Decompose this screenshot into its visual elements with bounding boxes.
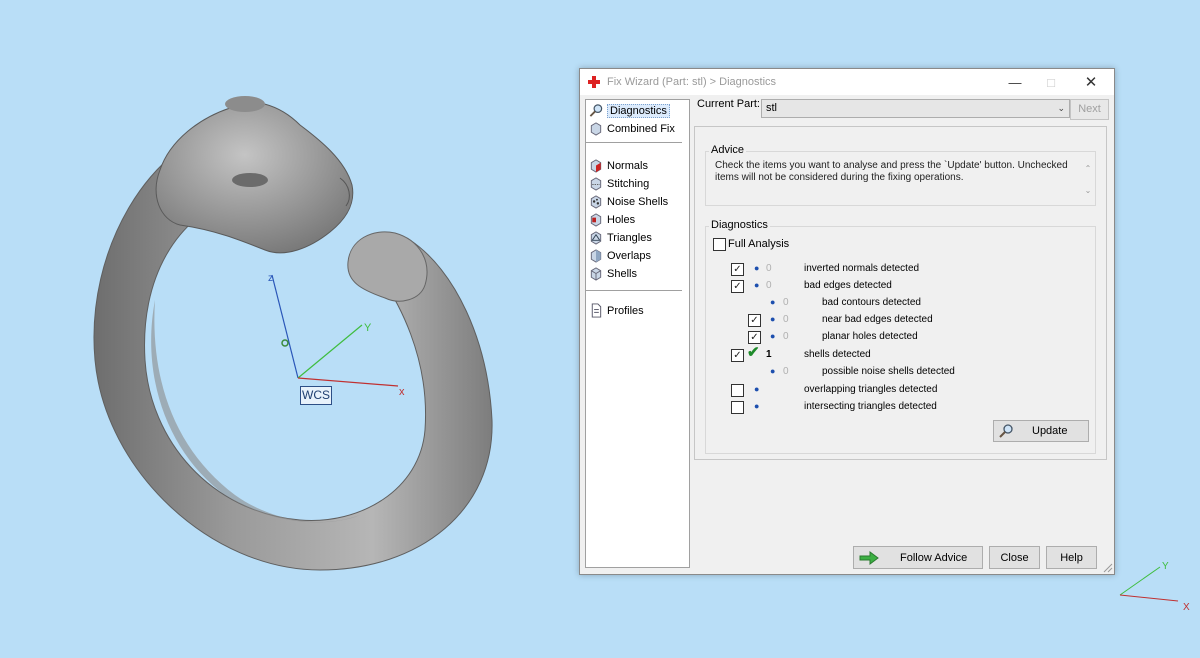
nav-divider <box>586 290 682 291</box>
magnifier-icon <box>589 104 603 117</box>
close-button[interactable]: Close <box>989 546 1040 569</box>
resize-grip-icon[interactable] <box>1103 563 1113 573</box>
bullet-icon: ● <box>770 314 776 324</box>
x-axis-label: x <box>399 386 405 398</box>
maximize-button[interactable]: □ <box>1034 69 1068 95</box>
diagnostics-panel: Check the items you want to analyse and … <box>694 126 1107 460</box>
noise-shells-icon <box>590 195 602 209</box>
near-bad-edges-count: 0 <box>783 314 789 325</box>
noise-shells-count: 0 <box>783 366 789 377</box>
nav-stitching[interactable]: Stitching <box>588 175 649 192</box>
advice-scrollbar[interactable]: ⌃ ⌄ <box>1083 158 1093 202</box>
current-part-label: Current Part: <box>697 98 760 110</box>
wcs-axes: z Y x <box>268 273 405 398</box>
bullet-icon: ● <box>754 280 760 290</box>
advice-title: Advice <box>709 144 747 156</box>
bullet-icon: ● <box>770 366 776 376</box>
cube-icon <box>590 122 602 136</box>
current-part-select[interactable]: stl ⌄ <box>761 99 1070 118</box>
shells-count: 1 <box>766 349 772 360</box>
diagnostics-title: Diagnostics <box>709 219 770 231</box>
noise-shells-label: possible noise shells detected <box>822 366 955 377</box>
minimize-button[interactable]: — <box>998 69 1032 95</box>
nav-divider <box>586 142 682 143</box>
bad-edges-count: 0 <box>766 280 772 291</box>
update-button[interactable]: Update <box>993 420 1089 442</box>
bad-edges-label: bad edges detected <box>804 280 892 291</box>
bullet-icon: ● <box>754 384 760 394</box>
bullet-icon: ● <box>770 297 776 307</box>
bad-edges-checkbox[interactable]: ✓ <box>731 280 744 293</box>
planar-holes-count: 0 <box>783 331 789 342</box>
bad-contours-count: 0 <box>783 297 789 308</box>
red-cross-icon <box>588 76 600 88</box>
shells-cube-icon <box>590 267 602 281</box>
magnifier-icon <box>999 424 1013 438</box>
dialog-title: Fix Wizard (Part: stl) > Diagnostics <box>607 76 777 88</box>
stitching-cube-icon <box>590 177 602 191</box>
wcs-label: WCS <box>300 386 332 405</box>
nav-profiles[interactable]: Profiles <box>588 302 644 319</box>
bullet-icon: ● <box>754 401 760 411</box>
shells-label: shells detected <box>804 349 871 360</box>
nav-overlaps[interactable]: Overlaps <box>588 247 651 264</box>
mini-y-label: Y <box>1162 561 1169 572</box>
y-axis-label: Y <box>364 322 372 334</box>
inverted-normals-checkbox[interactable]: ✓ <box>731 263 744 276</box>
inverted-normals-label: inverted normals detected <box>804 263 920 274</box>
z-axis-label: z <box>268 273 273 284</box>
nav-combined-fix[interactable]: Combined Fix <box>588 120 675 137</box>
help-button[interactable]: Help <box>1046 546 1097 569</box>
normals-cube-icon <box>590 159 602 173</box>
close-window-button[interactable]: ✕ <box>1074 69 1108 95</box>
nav-holes[interactable]: Holes <box>588 211 635 228</box>
mini-axis-indicator: Y X <box>1119 561 1190 613</box>
fix-wizard-dialog: Fix Wizard (Part: stl) > Diagnostics — □… <box>579 68 1115 575</box>
title-bar[interactable]: Fix Wizard (Part: stl) > Diagnostics — □… <box>580 69 1114 95</box>
follow-advice-button[interactable]: Follow Advice <box>853 546 983 569</box>
intersecting-triangles-label: intersecting triangles detected <box>804 401 937 412</box>
advice-group: Check the items you want to analyse and … <box>705 151 1096 206</box>
shells-checkbox[interactable]: ✓ <box>731 349 744 362</box>
nav-normals[interactable]: Normals <box>588 157 648 174</box>
next-button[interactable]: Next <box>1070 99 1109 120</box>
bullet-icon: ● <box>754 263 760 273</box>
overlaps-cube-icon <box>590 249 602 263</box>
advice-text: Check the items you want to analyse and … <box>715 160 1068 183</box>
intersecting-triangles-checkbox[interactable] <box>731 401 744 414</box>
mini-x-label: X <box>1183 602 1190 613</box>
full-analysis-label: Full Analysis <box>728 238 790 250</box>
full-analysis-checkbox[interactable] <box>713 238 726 251</box>
document-icon <box>591 303 602 318</box>
overlapping-triangles-label: overlapping triangles detected <box>804 384 938 395</box>
near-bad-edges-checkbox[interactable]: ✓ <box>748 314 761 327</box>
wizard-nav-panel: Diagnostics Combined Fix Normals Stitchi… <box>585 99 690 568</box>
planar-holes-label: planar holes detected <box>822 331 918 342</box>
holes-cube-icon <box>590 213 602 227</box>
nav-triangles[interactable]: Triangles <box>588 229 652 246</box>
bad-contours-label: bad contours detected <box>822 297 921 308</box>
triangles-cube-icon <box>590 231 602 245</box>
nav-diagnostics[interactable]: Diagnostics <box>588 102 670 119</box>
chevron-down-icon: ⌄ <box>1057 103 1065 113</box>
nav-noise-shells[interactable]: Noise Shells <box>588 193 668 210</box>
near-bad-edges-label: near bad edges detected <box>822 314 933 325</box>
green-arrow-icon <box>859 550 879 565</box>
current-part-value: stl <box>766 102 777 114</box>
inverted-normals-count: 0 <box>766 263 772 274</box>
green-checkmark-icon: ✔ <box>747 344 760 361</box>
nav-shells[interactable]: Shells <box>588 265 637 282</box>
overlapping-triangles-checkbox[interactable] <box>731 384 744 397</box>
bullet-icon: ● <box>770 331 776 341</box>
